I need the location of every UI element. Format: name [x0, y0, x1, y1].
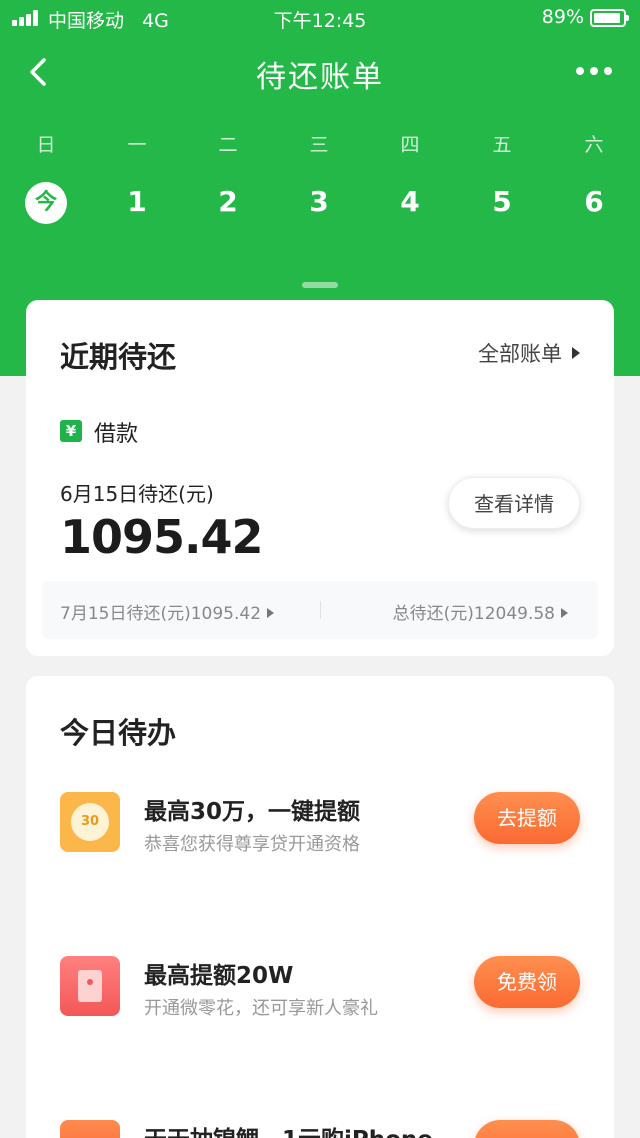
divider: [320, 601, 321, 619]
view-details-button[interactable]: 查看详情: [448, 477, 580, 529]
day-fri[interactable]: 五 5: [472, 130, 532, 222]
day-thu[interactable]: 四 4: [380, 130, 440, 222]
day-tue[interactable]: 二 2: [198, 130, 258, 222]
day-sat[interactable]: 六 6: [564, 130, 624, 222]
todo-item-title: 最高提额20W: [144, 963, 294, 989]
due-amount: 1095.42: [60, 510, 264, 564]
todo-item-title: 最高30万，一键提额: [144, 799, 361, 825]
day-wed[interactable]: 三 3: [289, 130, 349, 222]
recent-title: 近期待还: [60, 340, 177, 374]
arrow-right-icon: [561, 608, 568, 618]
week-selector: 日 今 一 1 二 2 三 3 四 4 五 5 六 6: [0, 130, 640, 230]
arrow-right-icon: [572, 347, 580, 359]
recent-due-card: 近期待还 全部账单 ¥ 借款 6月15日待还(元) 1095.42 查看详情 7…: [26, 300, 614, 656]
today-badge: 今: [25, 182, 67, 224]
todo-item-desc: 恭喜您获得尊享贷开通资格: [144, 834, 360, 855]
claim-free-button[interactable]: 免费领: [474, 956, 580, 1008]
battery-icon: [590, 9, 629, 27]
page-title: 待还账单: [256, 60, 384, 95]
status-bar: 中国移动 4G 下午12:45 89%: [0, 0, 640, 36]
yuan-icon: ¥: [60, 420, 82, 442]
day-mon[interactable]: 一 1: [107, 130, 167, 222]
raise-limit-button[interactable]: 去提额: [474, 792, 580, 844]
todo-item[interactable]: 最高提额20W 开通微零花，还可享新人豪礼 免费领: [26, 956, 614, 1026]
summary-bar: 7月15日待还(元)1095.42 总待还(元)12049.58: [42, 581, 598, 639]
todo-title: 今日待办: [60, 716, 177, 750]
todo-item[interactable]: 天天抽锦鲤，1元购iPhone: [26, 1120, 614, 1138]
todo-item-title: 天天抽锦鲤，1元购iPhone: [144, 1120, 433, 1138]
all-bills-link[interactable]: 全部账单: [478, 338, 580, 368]
red-envelope-icon: [60, 956, 120, 1016]
more-button[interactable]: [572, 60, 616, 84]
total-due-link[interactable]: 总待还(元)12049.58: [393, 599, 568, 624]
arrow-right-icon: [267, 608, 275, 618]
todo-card: 今日待办 30 最高30万，一键提额 恭喜您获得尊享贷开通资格 去提额 最高提额…: [26, 676, 614, 1138]
coin-icon: 30: [60, 792, 120, 852]
due-date-label: 6月15日待还(元): [60, 482, 214, 506]
todo-item[interactable]: 30 最高30万，一键提额 恭喜您获得尊享贷开通资格 去提额: [26, 792, 614, 862]
drag-handle[interactable]: [302, 282, 338, 288]
todo-action-button[interactable]: [474, 1120, 580, 1138]
more-icon: [576, 67, 584, 75]
koi-icon: [60, 1120, 120, 1138]
next-due-link[interactable]: 7月15日待还(元)1095.42: [60, 599, 275, 624]
todo-item-desc: 开通微零花，还可享新人豪礼: [144, 998, 378, 1019]
loan-label: 借款: [94, 422, 139, 447]
day-sun[interactable]: 日 今: [16, 130, 76, 224]
battery-percent: 89%: [541, 6, 584, 28]
